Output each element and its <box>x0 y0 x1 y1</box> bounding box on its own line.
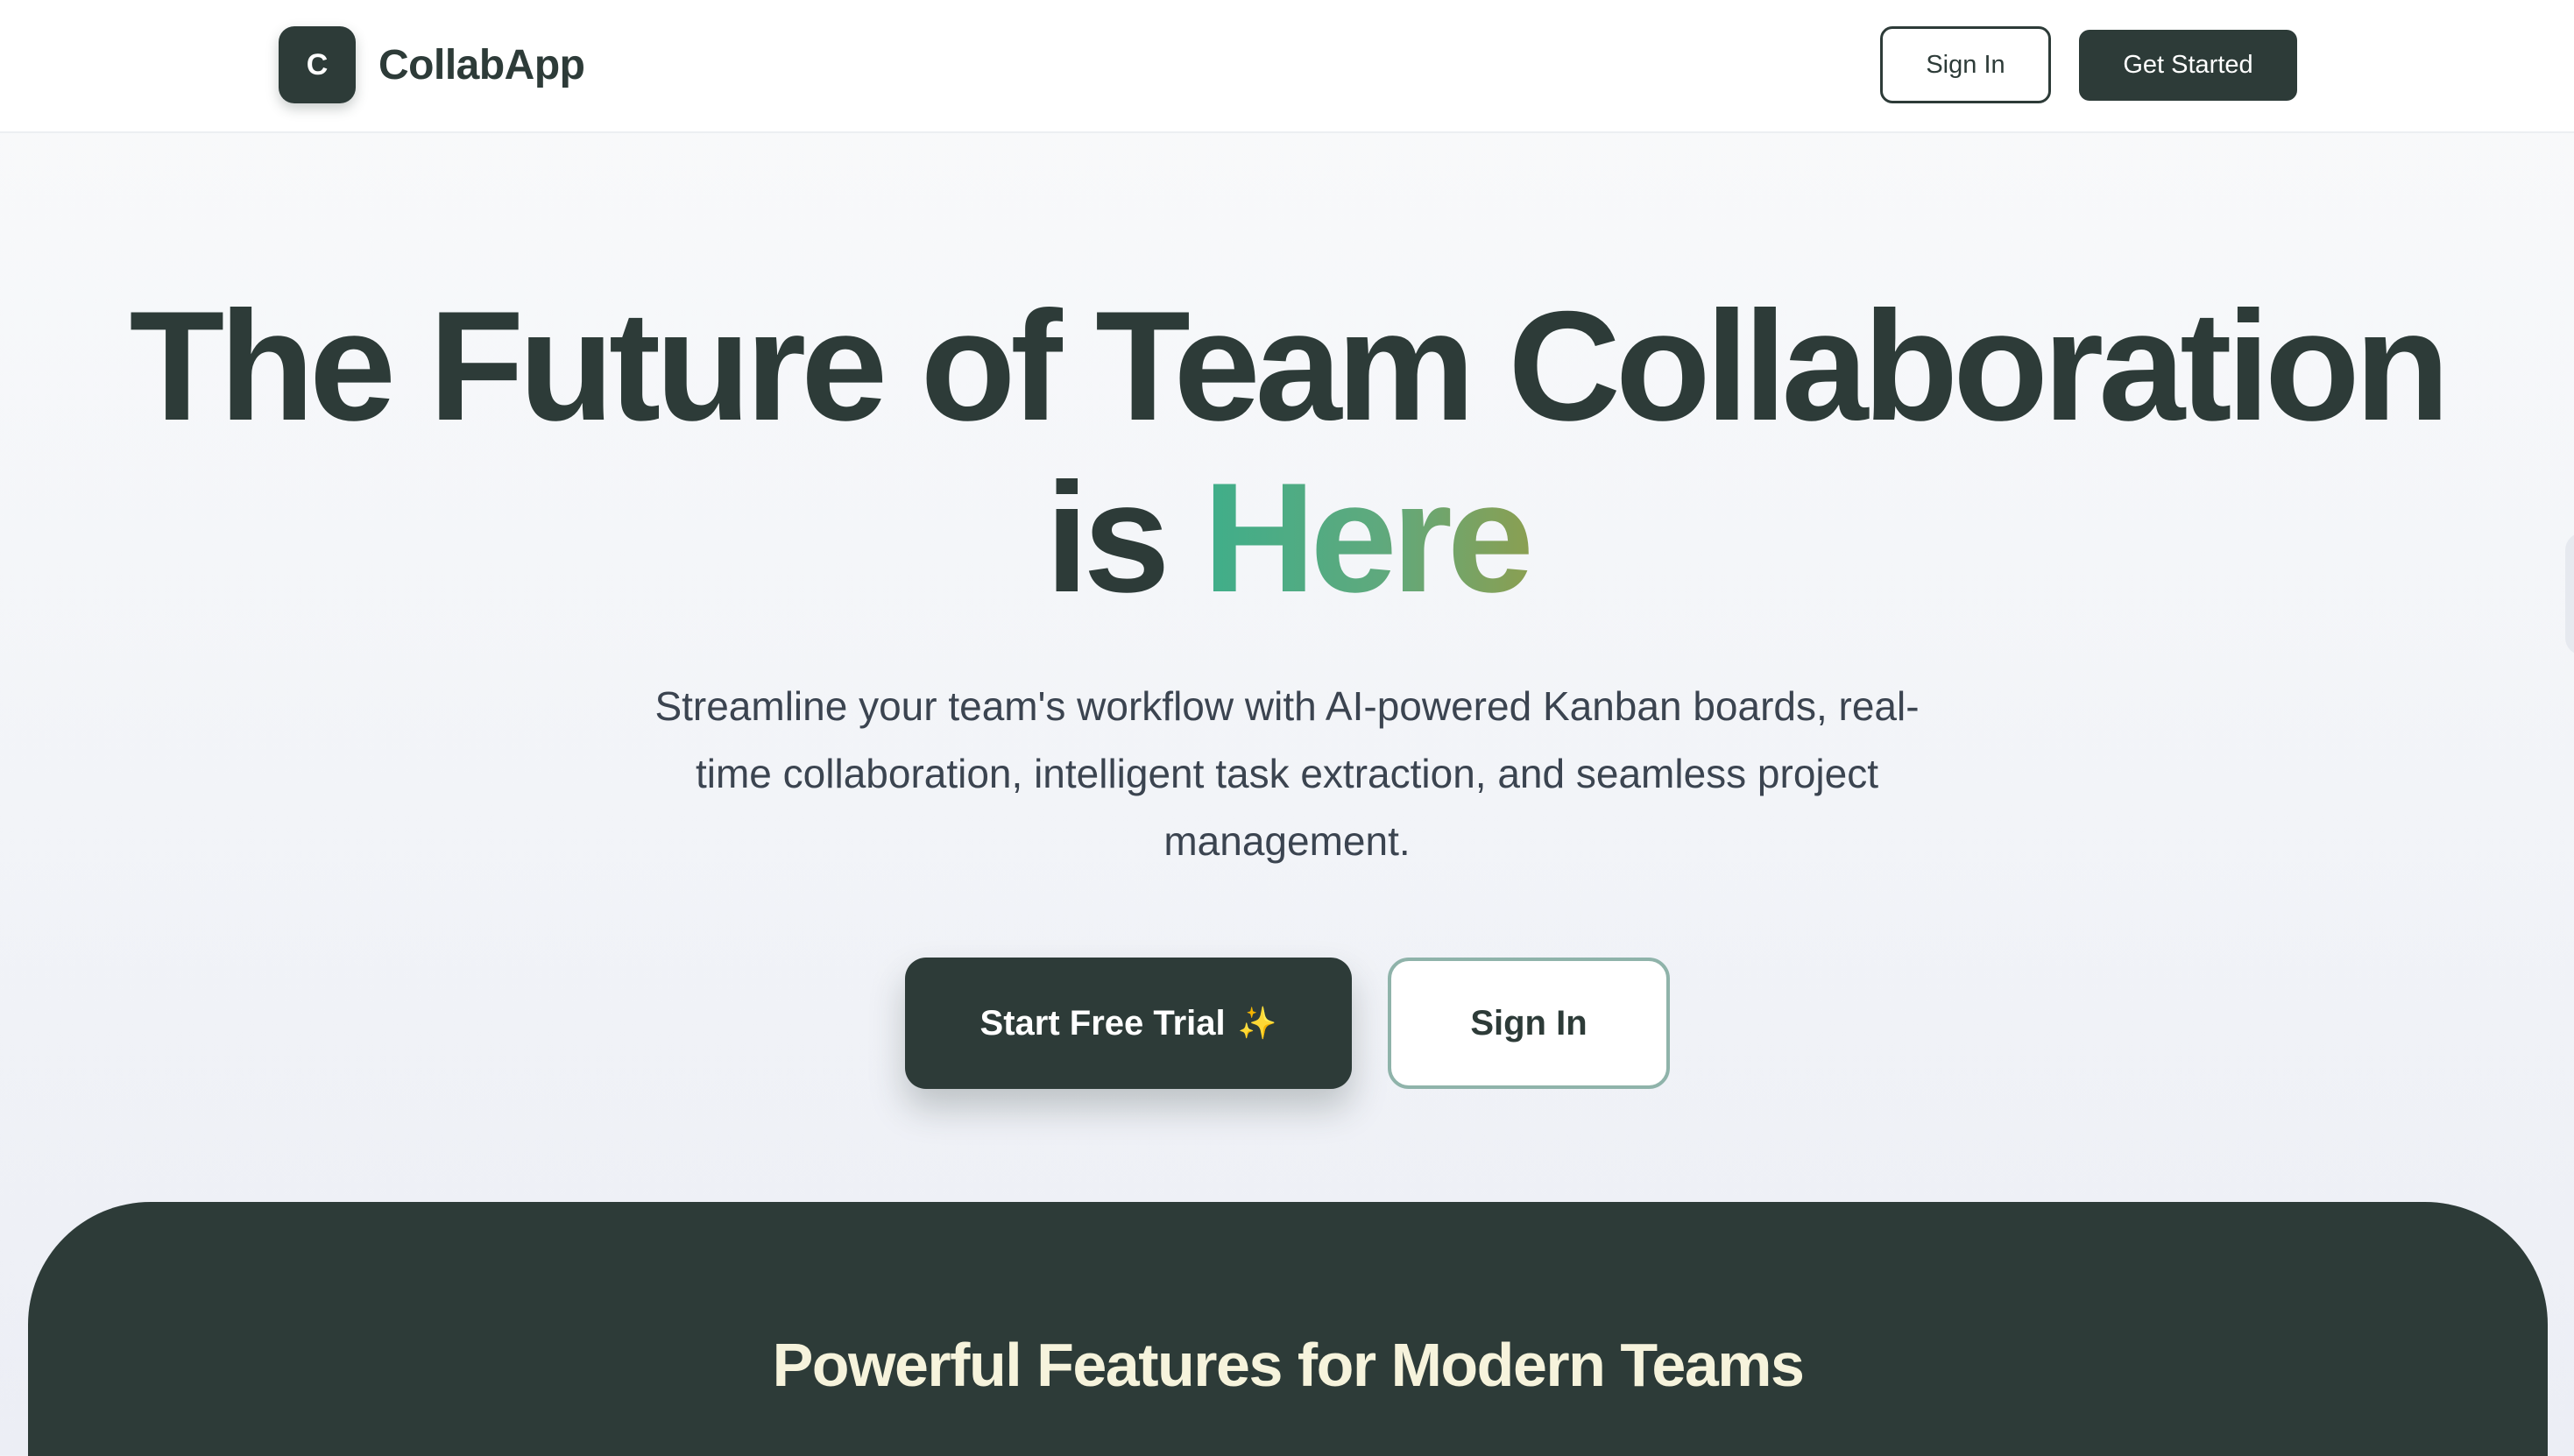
features-title: Powerful Features for Modern Teams <box>772 1331 1805 1399</box>
start-free-trial-label: Start Free Trial <box>979 1003 1226 1043</box>
features-section: Powerful Features for Modern Teams <box>28 1202 2548 1456</box>
edge-decoration <box>2565 533 2574 655</box>
brand[interactable]: C CollabApp <box>279 26 585 103</box>
site-header: C CollabApp Sign In Get Started <box>0 0 2574 133</box>
sparkles-icon: ✨ <box>1237 1005 1277 1041</box>
brand-name[interactable]: CollabApp <box>378 41 585 89</box>
hero-title-line1: The Future of Team Collaboration <box>129 279 2450 453</box>
hero-title: The Future of Team Collaboration is Here <box>0 280 2574 624</box>
hero-sign-in-button[interactable]: Sign In <box>1388 958 1670 1089</box>
hero-title-line2-prefix: is <box>1045 450 1204 625</box>
hero-subtitle: Streamline your team's workflow with AI-… <box>654 683 1920 864</box>
header-sign-in-button[interactable]: Sign In <box>1880 26 2051 103</box>
start-free-trial-button[interactable]: Start Free Trial ✨ <box>905 958 1352 1089</box>
header-get-started-button[interactable]: Get Started <box>2079 30 2297 101</box>
hero-title-highlight: Here <box>1203 450 1534 625</box>
logo-icon[interactable]: C <box>279 26 356 103</box>
